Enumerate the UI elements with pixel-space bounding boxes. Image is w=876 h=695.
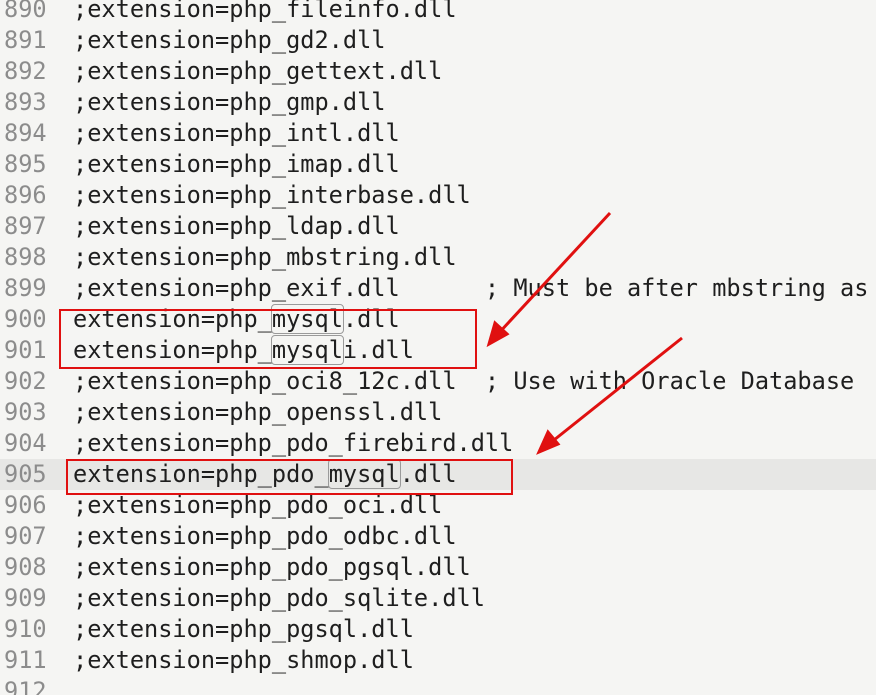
code-text[interactable]: ;extension=php_mbstring.dll <box>73 242 457 273</box>
code-text-segment: ;extension=php_gmp.dll <box>73 88 386 116</box>
line-number: 902 <box>4 367 47 395</box>
line-number: 907 <box>4 522 47 550</box>
line-number: 891 <box>4 26 47 54</box>
highlight-box-mysql-lines <box>59 309 477 369</box>
line-number: 903 <box>4 398 47 426</box>
code-text-segment: ;extension=php_oci8_12c.dll ; Use with O… <box>73 367 855 395</box>
line-number: 904 <box>4 429 47 457</box>
code-line[interactable]: 893 ;extension=php_gmp.dll <box>0 87 876 118</box>
line-number: 910 <box>4 615 47 643</box>
code-text-segment: ;extension=php_fileinfo.dll <box>73 0 457 23</box>
line-number: 905 <box>4 460 47 488</box>
code-text[interactable]: ;extension=php_shmop.dll <box>73 645 414 676</box>
code-line[interactable]: 892 ;extension=php_gettext.dll <box>0 56 876 87</box>
highlight-box-pdo-mysql-line <box>66 459 513 495</box>
code-text[interactable]: ;extension=php_pdo_sqlite.dll <box>73 583 485 614</box>
code-text[interactable]: ;extension=php_exif.dll ; Must be after … <box>73 273 868 304</box>
line-number: 899 <box>4 274 47 302</box>
code-line[interactable]: 904 ;extension=php_pdo_firebird.dll <box>0 428 876 459</box>
code-line[interactable]: 895 ;extension=php_imap.dll <box>0 149 876 180</box>
code-line[interactable]: 896 ;extension=php_interbase.dll <box>0 180 876 211</box>
code-line[interactable]: 912 <box>0 676 876 695</box>
code-line[interactable]: 910 ;extension=php_pgsql.dll <box>0 614 876 645</box>
line-number: 900 <box>4 305 47 333</box>
code-text[interactable]: ;extension=php_openssl.dll <box>73 397 442 428</box>
line-number: 898 <box>4 243 47 271</box>
line-number: 895 <box>4 150 47 178</box>
code-text-segment: ;extension=php_ldap.dll <box>73 212 400 240</box>
code-line[interactable]: 903 ;extension=php_openssl.dll <box>0 397 876 428</box>
code-text-segment: ;extension=php_shmop.dll <box>73 646 414 674</box>
code-text[interactable]: ;extension=php_gmp.dll <box>73 87 386 118</box>
code-line[interactable]: 902 ;extension=php_oci8_12c.dll ; Use wit… <box>0 366 876 397</box>
code-line[interactable]: 890 ;extension=php_fileinfo.dll <box>0 0 876 25</box>
code-line[interactable]: 897 ;extension=php_ldap.dll <box>0 211 876 242</box>
code-text[interactable]: ;extension=php_intl.dll <box>73 118 400 149</box>
line-number: 908 <box>4 553 47 581</box>
code-text-segment: ;extension=php_intl.dll <box>73 119 400 147</box>
code-line[interactable]: 898 ;extension=php_mbstring.dll <box>0 242 876 273</box>
code-text[interactable]: ;extension=php_oci8_12c.dll ; Use with O… <box>73 366 854 397</box>
code-text-segment: ;extension=php_pgsql.dll <box>73 615 414 643</box>
code-text[interactable]: ;extension=php_pdo_pgsql.dll <box>73 552 471 583</box>
code-line[interactable]: 899 ;extension=php_exif.dll ; Must be aft… <box>0 273 876 304</box>
code-text[interactable]: ;extension=php_interbase.dll <box>73 180 471 211</box>
code-text-segment: ;extension=php_pdo_odbc.dll <box>73 522 457 550</box>
code-line[interactable]: 894 ;extension=php_intl.dll <box>0 118 876 149</box>
code-line[interactable]: 911 ;extension=php_shmop.dll <box>0 645 876 676</box>
code-text-segment: ;extension=php_gettext.dll <box>73 57 443 85</box>
code-editor[interactable]: 890 ;extension=php_fileinfo.dll 891 ;extens… <box>0 0 876 695</box>
line-number: 901 <box>4 336 47 364</box>
code-text-segment: ;extension=php_interbase.dll <box>73 181 471 209</box>
code-text-segment: ;extension=php_openssl.dll <box>73 398 443 426</box>
code-text[interactable]: ;extension=php_gettext.dll <box>73 56 442 87</box>
line-number: 893 <box>4 88 47 116</box>
code-line[interactable]: 891 ;extension=php_gd2.dll <box>0 25 876 56</box>
line-number: 894 <box>4 119 47 147</box>
code-text-segment: ;extension=php_mbstring.dll <box>73 243 457 271</box>
line-number: 909 <box>4 584 47 612</box>
code-text-segment: ;extension=php_pdo_oci.dll <box>73 491 443 519</box>
code-text[interactable]: ;extension=php_pgsql.dll <box>73 614 414 645</box>
code-text-segment: ;extension=php_pdo_firebird.dll <box>73 429 514 457</box>
code-text[interactable]: ;extension=php_gd2.dll <box>73 25 386 56</box>
code-line[interactable]: 909 ;extension=php_pdo_sqlite.dll <box>0 583 876 614</box>
code-line[interactable]: 907 ;extension=php_pdo_odbc.dll <box>0 521 876 552</box>
line-number: 890 <box>4 0 47 23</box>
code-text[interactable]: ;extension=php_pdo_odbc.dll <box>73 521 457 552</box>
code-line[interactable]: 908 ;extension=php_pdo_pgsql.dll <box>0 552 876 583</box>
code-text-segment: ;extension=php_imap.dll <box>73 150 400 178</box>
code-text[interactable]: ;extension=php_imap.dll <box>73 149 400 180</box>
line-number: 897 <box>4 212 47 240</box>
code-text-segment: ;extension=php_pdo_sqlite.dll <box>73 584 485 612</box>
line-number: 892 <box>4 57 47 85</box>
line-number: 906 <box>4 491 47 519</box>
code-text[interactable]: ;extension=php_fileinfo.dll <box>73 0 457 25</box>
code-text-segment: ;extension=php_pdo_pgsql.dll <box>73 553 471 581</box>
code-text[interactable]: ;extension=php_ldap.dll <box>73 211 400 242</box>
line-number: 912 <box>4 677 47 695</box>
code-text[interactable]: ;extension=php_pdo_firebird.dll <box>73 428 513 459</box>
line-number: 896 <box>4 181 47 209</box>
code-text-segment: ;extension=php_exif.dll ; Must be after … <box>73 274 869 302</box>
line-number: 911 <box>4 646 47 674</box>
code-text-segment: ;extension=php_gd2.dll <box>73 26 386 54</box>
